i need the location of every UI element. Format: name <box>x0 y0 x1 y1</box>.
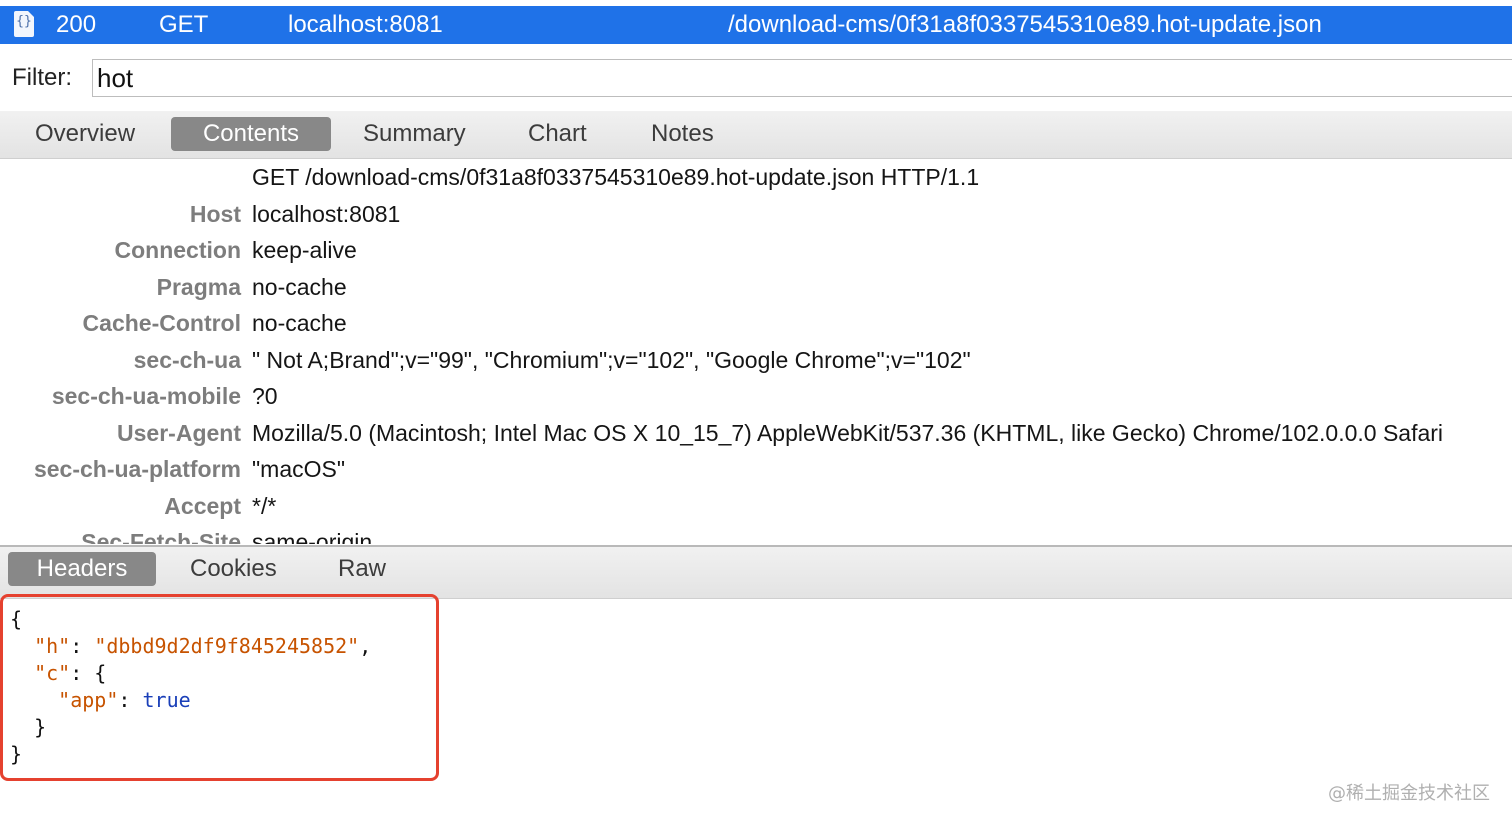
request-path: /download-cms/0f31a8f0337545310e89.hot-u… <box>728 11 1322 38</box>
header-value: Mozilla/5.0 (Macintosh; Intel Mac OS X 1… <box>252 420 1444 446</box>
header-name: sec-ch-ua <box>133 347 241 373</box>
header-row: Pragma no-cache <box>0 274 1512 308</box>
tab-notes[interactable]: Notes <box>637 117 728 151</box>
header-value: "macOS" <box>252 456 346 482</box>
request-host: localhost:8081 <box>288 11 443 38</box>
tab-contents[interactable]: Contents <box>171 117 331 151</box>
header-row: Host localhost:8081 <box>0 201 1512 235</box>
header-value: ?0 <box>252 383 278 409</box>
filter-input[interactable] <box>92 59 1512 97</box>
selected-request-row[interactable]: {} 200 GET localhost:8081 /download-cms/… <box>0 6 1512 44</box>
header-value: same-origin <box>252 529 373 544</box>
request-line-row: GET /download-cms/0f31a8f0337545310e89.h… <box>0 164 1512 198</box>
tab-raw[interactable]: Raw <box>324 552 400 586</box>
request-line: GET /download-cms/0f31a8f0337545310e89.h… <box>252 164 980 190</box>
header-name: Cache-Control <box>82 310 241 336</box>
header-value: " Not A;Brand";v="99", "Chromium";v="102… <box>252 347 971 373</box>
tab-chart[interactable]: Chart <box>514 117 601 151</box>
header-row: User-Agent Mozilla/5.0 (Macintosh; Intel… <box>0 420 1512 454</box>
request-headers-table: GET /download-cms/0f31a8f0337545310e89.h… <box>0 162 1512 544</box>
header-value: localhost:8081 <box>252 201 401 227</box>
header-name: Connection <box>114 237 242 263</box>
header-name: Accept <box>164 493 241 519</box>
filter-bar: Filter: <box>0 56 1512 104</box>
watermark: @稀土掘金技术社区 <box>1328 783 1490 804</box>
tab-headers[interactable]: Headers <box>8 552 156 586</box>
header-name: sec-ch-ua-mobile <box>51 383 241 409</box>
header-name: Sec-Fetch-Site <box>81 529 241 544</box>
header-row: Cache-Control no-cache <box>0 310 1512 344</box>
header-row: sec-ch-ua " Not A;Brand";v="99", "Chromi… <box>0 347 1512 381</box>
header-name: Host <box>189 201 241 227</box>
header-row: Connection keep-alive <box>0 237 1512 271</box>
header-value: keep-alive <box>252 237 357 263</box>
highlight-annotation-box <box>0 594 439 781</box>
header-value: */* <box>252 493 277 519</box>
tab-summary[interactable]: Summary <box>349 117 480 151</box>
header-row: Sec-Fetch-Site same-origin <box>0 529 1512 544</box>
body-tab-bar: Headers Cookies Raw <box>0 545 1512 599</box>
header-name: Pragma <box>156 274 241 300</box>
json-file-icon: {} <box>14 11 34 37</box>
header-name: sec-ch-ua-platform <box>33 456 241 482</box>
header-name: User-Agent <box>117 420 241 446</box>
request-method: GET <box>159 11 209 38</box>
tab-cookies[interactable]: Cookies <box>176 552 291 586</box>
header-row: Accept */* <box>0 493 1512 527</box>
header-value: no-cache <box>252 274 347 300</box>
header-row: sec-ch-ua-mobile ?0 <box>0 383 1512 417</box>
status-code: 200 <box>56 11 97 38</box>
inspector-tab-bar: Overview Contents Summary Chart Notes <box>0 111 1512 159</box>
header-value: no-cache <box>252 310 347 336</box>
tab-overview[interactable]: Overview <box>21 117 149 151</box>
filter-label: Filter: <box>12 64 72 91</box>
header-row: sec-ch-ua-platform "macOS" <box>0 456 1512 490</box>
